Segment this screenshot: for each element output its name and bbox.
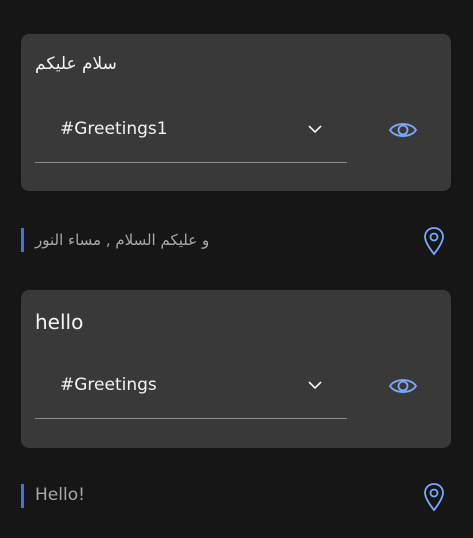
intent-title: سلام عليكم xyxy=(35,54,117,74)
intent-select-value: #Greetings1 xyxy=(60,119,168,139)
intent-select[interactable]: #Greetings xyxy=(35,357,347,419)
intent-card: سلام عليكم #Greetings1 xyxy=(21,34,451,191)
response-indicator xyxy=(21,484,24,508)
map-pin-icon[interactable] xyxy=(423,226,445,256)
chevron-down-icon xyxy=(308,381,322,390)
intent-list: سلام عليكم #Greetings1 و عليكم السلام , … xyxy=(0,0,473,538)
response-indicator xyxy=(21,228,24,252)
response-text: و عليكم السلام , مساء النور xyxy=(35,231,210,249)
eye-icon[interactable] xyxy=(388,375,418,397)
intent-title: hello xyxy=(35,310,84,334)
intent-card: hello #Greetings xyxy=(21,290,451,448)
intent-select[interactable]: #Greetings1 xyxy=(35,101,347,163)
response-row: و عليكم السلام , مساء النور xyxy=(21,226,451,256)
map-pin-icon[interactable] xyxy=(423,482,445,512)
response-text: Hello! xyxy=(35,485,85,505)
chevron-down-icon xyxy=(308,125,322,134)
intent-select-value: #Greetings xyxy=(60,375,157,395)
eye-icon[interactable] xyxy=(388,119,418,141)
response-row: Hello! xyxy=(21,482,451,512)
